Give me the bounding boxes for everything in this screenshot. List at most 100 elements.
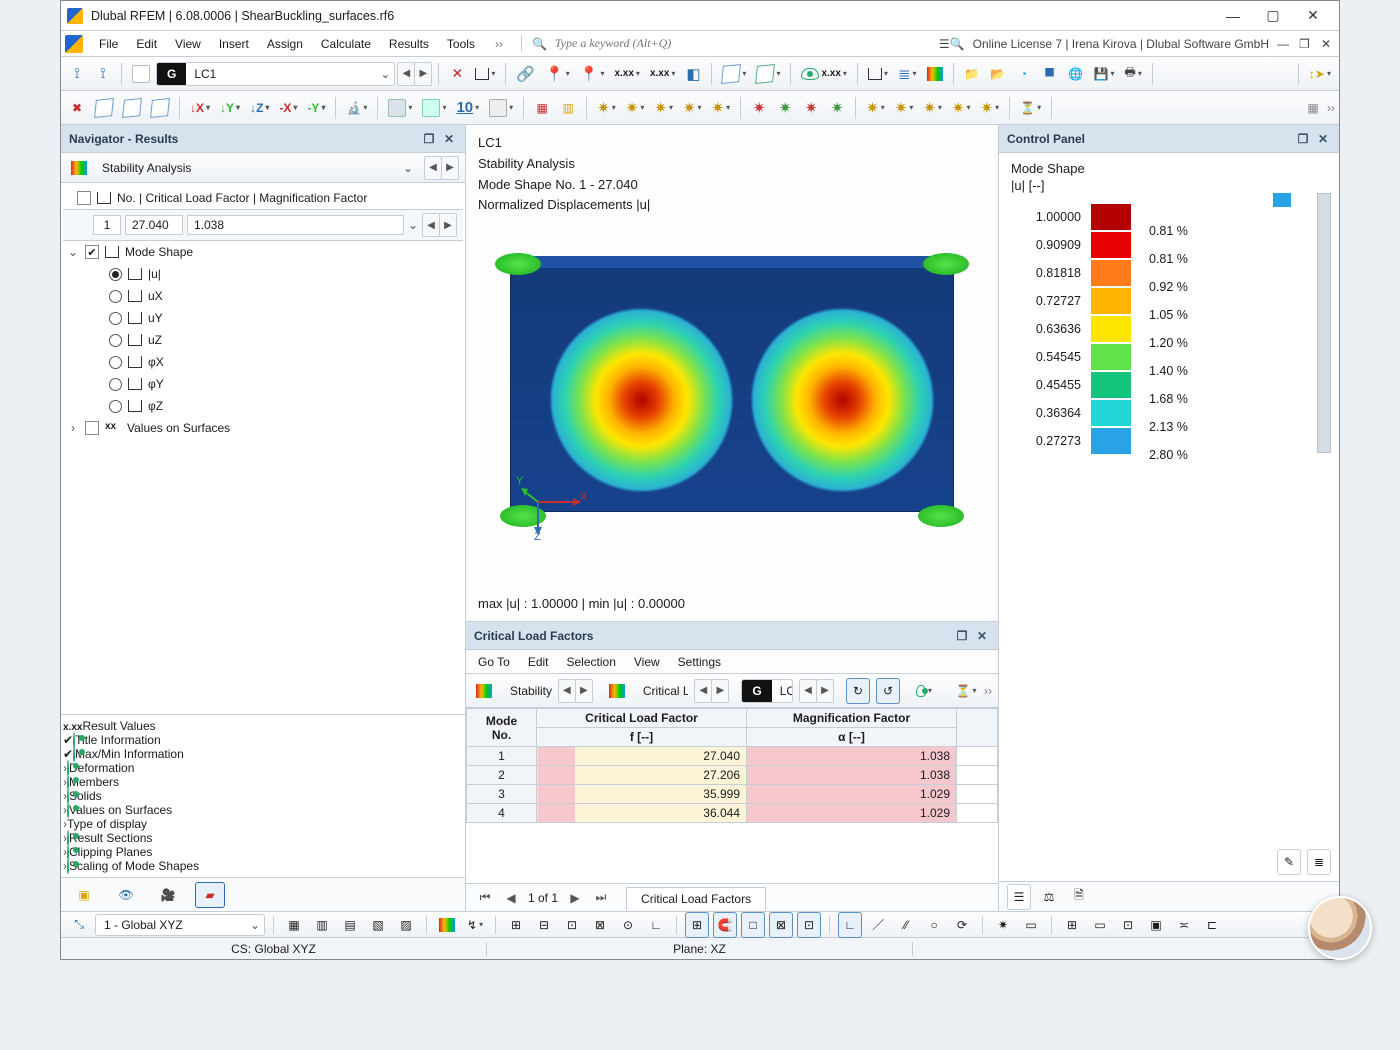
tool-eye-xxx-icon[interactable]: x.xx bbox=[797, 61, 850, 87]
navigator-selector[interactable]: Stability Analysis ⌄ bbox=[97, 157, 418, 179]
selector-prev-button[interactable]: ◀ bbox=[424, 156, 442, 180]
tt-eye-icon[interactable] bbox=[912, 678, 936, 704]
tool-align-left-icon[interactable]: ⟟ bbox=[65, 61, 89, 87]
sb-i1[interactable]: ▦ bbox=[282, 912, 306, 938]
filter-no[interactable]: 1 bbox=[93, 215, 121, 235]
sb-grid1[interactable]: ⊞ bbox=[504, 912, 528, 938]
radio[interactable] bbox=[109, 400, 122, 413]
minimize-button[interactable]: — bbox=[1213, 2, 1253, 30]
tool-axis-ny-icon[interactable]: -Y bbox=[303, 95, 329, 121]
menu-edit[interactable]: Edit bbox=[128, 33, 165, 55]
tool-folder-blue-icon[interactable]: 📁 bbox=[960, 61, 984, 87]
tool-link-icon[interactable]: 🔗 bbox=[512, 61, 539, 87]
table-row[interactable]: 335.9991.029 bbox=[467, 785, 998, 804]
tmenu-goto[interactable]: Go To bbox=[476, 652, 512, 672]
menu-view[interactable]: View bbox=[167, 33, 209, 55]
menu-results[interactable]: Results bbox=[381, 33, 437, 55]
modeshape-option[interactable]: |u| bbox=[63, 263, 463, 285]
tool-xxx2-icon[interactable]: x.xx bbox=[646, 61, 679, 87]
app-menu-icon[interactable] bbox=[65, 35, 83, 53]
tool-mesh2-icon[interactable]: ▥ bbox=[556, 95, 580, 121]
tree-filter-row[interactable]: 1 27.040 1.038 ⌄ ◀ ▶ bbox=[63, 209, 463, 241]
tool-block-icon[interactable]: ⯀ bbox=[1038, 61, 1062, 87]
sb-i7[interactable]: ↯ bbox=[463, 912, 487, 938]
modeshape-option[interactable]: φX bbox=[63, 351, 463, 373]
cp-tab-balance-icon[interactable]: ⚖ bbox=[1037, 884, 1061, 910]
control-float-icon[interactable]: ❐ bbox=[1295, 131, 1311, 147]
sb-f5[interactable]: ≍ bbox=[1172, 912, 1196, 938]
tool-pin2-icon[interactable]: 📍 bbox=[576, 61, 609, 87]
sb-d1[interactable]: ／ bbox=[866, 912, 890, 938]
tool-folder-yellow-icon[interactable]: 📂 bbox=[986, 61, 1010, 87]
tool-shape-icon[interactable] bbox=[471, 61, 499, 87]
radio[interactable] bbox=[109, 378, 122, 391]
tree-modeshape[interactable]: ⌄ ✔ Mode Shape bbox=[63, 241, 463, 263]
toolbar-overflow-icon[interactable]: ›› bbox=[1327, 101, 1335, 115]
legend-edit-icon[interactable]: ✎ bbox=[1277, 849, 1301, 875]
disp-clipping[interactable]: Clipping Planes bbox=[69, 845, 152, 859]
tool-mesh1-icon[interactable]: ▦ bbox=[530, 95, 554, 121]
tool-grid-icon[interactable]: ▦ bbox=[1301, 95, 1325, 121]
tool-axis-x-icon[interactable]: ↓X bbox=[186, 95, 214, 121]
nav-tab-data-icon[interactable]: ▣ bbox=[69, 882, 99, 908]
tmenu-edit[interactable]: Edit bbox=[526, 652, 551, 672]
model-viewport[interactable]: LC1 Stability Analysis Mode Shape No. 1 … bbox=[466, 125, 998, 621]
tool-print-icon[interactable]: 🖶 bbox=[1121, 61, 1146, 87]
radio[interactable] bbox=[109, 334, 122, 347]
pager-next[interactable]: ▶ bbox=[566, 891, 584, 905]
sb-i6[interactable] bbox=[435, 912, 459, 938]
sb-grid4[interactable]: ⊠ bbox=[588, 912, 612, 938]
selector-next-button[interactable]: ▶ bbox=[441, 156, 459, 180]
tlc-next[interactable]: ▶ bbox=[816, 679, 834, 703]
tool-box1-icon[interactable] bbox=[91, 95, 117, 121]
sb-i2[interactable]: ▥ bbox=[310, 912, 334, 938]
tt-sync1-icon[interactable]: ↻ bbox=[846, 678, 870, 704]
control-close-icon[interactable]: ✕ bbox=[1315, 131, 1331, 147]
tool-star10-icon[interactable]: ✷ bbox=[977, 95, 1004, 121]
search-box[interactable]: 🔍 bbox=[521, 35, 801, 52]
tool-save-icon[interactable]: 💾 bbox=[1090, 61, 1119, 87]
tool-starR2-icon[interactable]: ✷ bbox=[799, 95, 823, 121]
tool-axis-nx-icon[interactable]: -X bbox=[275, 95, 301, 121]
tool-funnel-icon[interactable]: ⏳ bbox=[1016, 95, 1045, 121]
sb-axes-icon[interactable]: ⤡ bbox=[67, 912, 91, 938]
modeshape-option[interactable]: φZ bbox=[63, 395, 463, 417]
tool-align-down-icon[interactable]: ⟟ bbox=[91, 61, 115, 87]
tool-star4-icon[interactable]: ✷ bbox=[679, 95, 706, 121]
radio[interactable] bbox=[109, 312, 122, 325]
table-selector-b[interactable]: Critical Load Fact... ⌄ bbox=[635, 679, 688, 703]
sb-e1[interactable]: ✷ bbox=[991, 912, 1015, 938]
tool-pin1-icon[interactable]: 📍 bbox=[541, 61, 574, 87]
tool-star2-icon[interactable]: ✷ bbox=[622, 95, 649, 121]
tool-xxx-icon[interactable]: x.xx bbox=[610, 61, 643, 87]
sb-magnet-icon[interactable]: 🧲 bbox=[713, 912, 737, 938]
cs-selector[interactable]: 1 - Global XYZ ⌄ bbox=[95, 914, 265, 936]
table-selector-a[interactable]: Stability Analysis ⌄ bbox=[502, 679, 552, 703]
sb-snap4[interactable]: ⊡ bbox=[797, 912, 821, 938]
checkbox[interactable] bbox=[85, 421, 99, 435]
sb-f4[interactable]: ▣ bbox=[1144, 912, 1168, 938]
table-close-icon[interactable]: ✕ bbox=[974, 628, 990, 644]
sb-grid6[interactable]: ∟ bbox=[644, 912, 668, 938]
table-row[interactable]: 436.0441.029 bbox=[467, 804, 998, 823]
tool-section3-icon[interactable] bbox=[485, 95, 517, 121]
legend-scrollbar[interactable] bbox=[1317, 193, 1331, 453]
tool-axis-y-icon[interactable]: ↓Y bbox=[216, 95, 244, 121]
table-row[interactable]: 227.2061.038 bbox=[467, 766, 998, 785]
tool-starG2-icon[interactable]: ✷ bbox=[825, 95, 849, 121]
tool-star9-icon[interactable]: ✷ bbox=[948, 95, 975, 121]
modeshape-option[interactable]: uZ bbox=[63, 329, 463, 351]
modeshape-option[interactable]: φY bbox=[63, 373, 463, 395]
loadcase-selector[interactable]: G LC1 ⌄ bbox=[156, 62, 395, 86]
sb-ortho[interactable]: ∟ bbox=[838, 912, 862, 938]
tmenu-settings[interactable]: Settings bbox=[676, 652, 723, 672]
mdi-minimize-icon[interactable]: — bbox=[1277, 37, 1291, 51]
pager-prev[interactable]: ◀ bbox=[502, 891, 520, 905]
tool-starG1-icon[interactable]: ✷ bbox=[773, 95, 797, 121]
tool-star5-icon[interactable]: ✷ bbox=[708, 95, 735, 121]
tool-cube2-icon[interactable] bbox=[752, 61, 784, 87]
pager-last[interactable]: ⏭ bbox=[592, 890, 610, 905]
menu-assign[interactable]: Assign bbox=[259, 33, 311, 55]
sb-grid3[interactable]: ⊡ bbox=[560, 912, 584, 938]
sb-d3[interactable]: ○ bbox=[922, 912, 946, 938]
